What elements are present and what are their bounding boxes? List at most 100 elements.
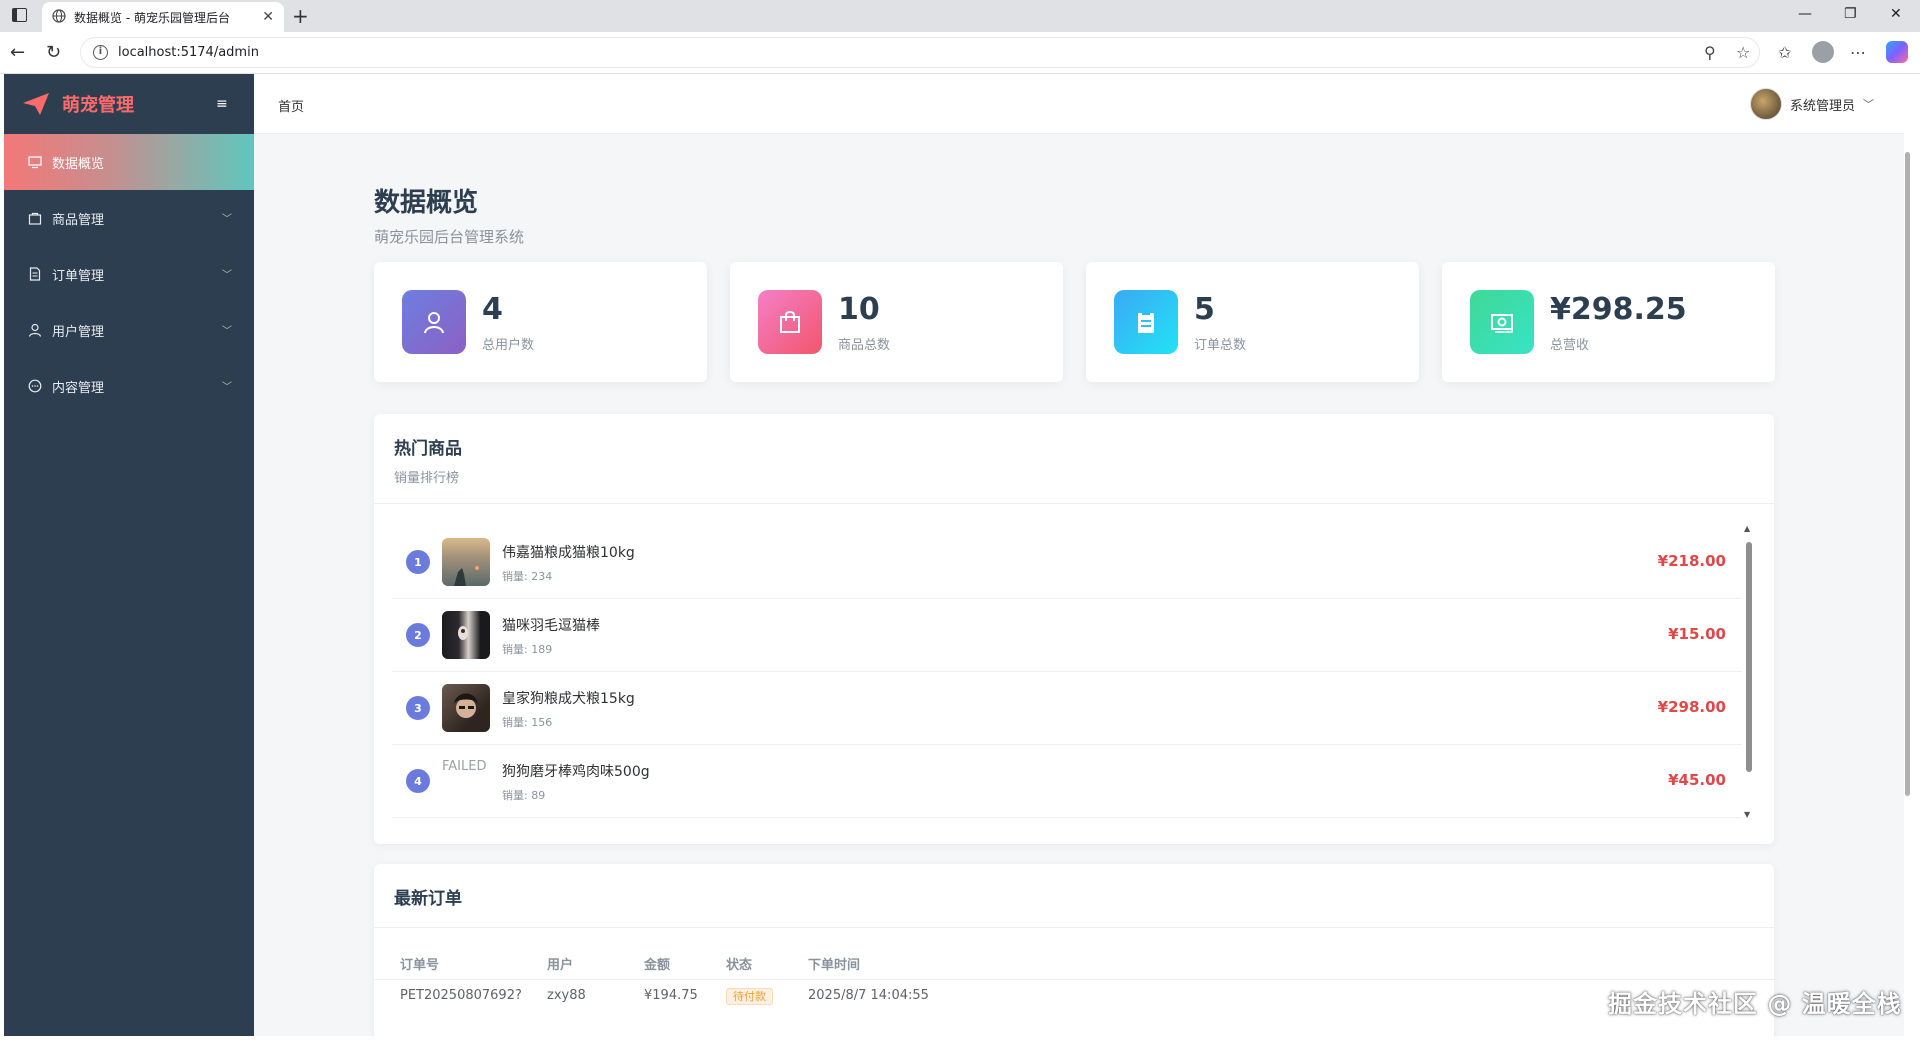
- sidebar-item-label: 商品管理: [52, 212, 105, 228]
- stat-card-products: 10 商品总数: [730, 262, 1063, 382]
- money-icon: [1470, 290, 1534, 354]
- column-header: 状态: [726, 958, 753, 973]
- admin-app: 萌宠管理 ≡ 数据概览 商品管理 ﹀ 订单管理 ﹀ 用户管理 ﹀ 内容管理 ﹀: [4, 74, 1904, 1040]
- favorite-star-icon[interactable]: ☆: [1736, 43, 1750, 62]
- watermark: 掘金技术社区 @ 温暖全栈: [1608, 990, 1902, 1018]
- rank-badge: 2: [406, 623, 430, 647]
- sidebar-item-content[interactable]: 内容管理 ﹀: [4, 358, 254, 414]
- stat-card-revenue: ¥298.25 总营收: [1442, 262, 1775, 382]
- product-price: ¥218.00: [1657, 552, 1726, 570]
- chevron-down-icon: ﹀: [222, 270, 232, 281]
- chevron-down-icon: ﹀: [222, 382, 232, 393]
- list-item[interactable]: 2 猫咪羽毛逗猫棒 销量: 189 ¥15.00: [392, 599, 1742, 672]
- close-tab-icon[interactable]: ✕: [262, 9, 274, 25]
- chart-icon: [28, 155, 42, 169]
- sidebar-item-label: 数据概览: [52, 156, 105, 172]
- product-name: 伟嘉猫粮成猫粮10kg: [502, 545, 635, 561]
- product-name: 皇家狗粮成犬粮15kg: [502, 691, 635, 707]
- sidebar-item-products[interactable]: 商品管理 ﹀: [4, 190, 254, 246]
- latest-orders-card: 最新订单 订单号 用户 金额 状态 下单时间 PET20250807692? z…: [374, 864, 1774, 1040]
- new-tab-icon[interactable]: +: [292, 4, 309, 28]
- sidebar-item-dashboard[interactable]: 数据概览: [4, 134, 254, 190]
- avatar: [1750, 88, 1782, 120]
- status-badge: 待付款: [726, 988, 773, 1005]
- more-icon[interactable]: ⋯: [1850, 43, 1866, 62]
- stat-value: 4: [482, 292, 503, 327]
- tab-actions-icon[interactable]: [12, 8, 27, 22]
- list-item[interactable]: 3 皇家狗粮成犬粮15kg 销量: 156 ¥298.00: [392, 672, 1742, 745]
- restore-icon[interactable]: ❐: [1844, 6, 1857, 22]
- product-price: ¥298.00: [1657, 698, 1726, 716]
- order-time: 2025/8/7 14:04:55: [808, 988, 929, 1003]
- back-icon[interactable]: ←: [10, 42, 25, 63]
- order-amount: ¥194.75: [644, 988, 698, 1003]
- menu-toggle-icon[interactable]: ≡: [216, 96, 228, 112]
- breadcrumb[interactable]: 首页: [278, 96, 304, 115]
- user-name: 系统管理员: [1790, 98, 1856, 114]
- browser-titlebar: 数据概览 - 萌宠乐园管理后台 ✕ + — ❐ ✕: [0, 0, 1920, 32]
- stat-label: 总营收: [1550, 338, 1590, 353]
- chevron-down-icon: ﹀: [1863, 98, 1875, 111]
- stat-card-orders: 5 订单总数: [1086, 262, 1419, 382]
- profile-icon[interactable]: [1812, 41, 1834, 63]
- scroll-up-icon[interactable]: ▲: [1744, 524, 1750, 533]
- table-row[interactable]: PET20250807692? zxy88 ¥194.75 待付款 2025/8…: [374, 980, 1774, 1016]
- globe-icon: [52, 8, 66, 26]
- page-scrollbar-thumb[interactable]: [1905, 152, 1910, 796]
- list-scrollbar-thumb[interactable]: [1746, 542, 1752, 772]
- stat-label: 总用户数: [482, 338, 535, 353]
- hot-products-list: 1 伟嘉猫粮成猫粮10kg 销量: 234 ¥218.00 2 猫咪羽毛逗猫棒 …: [392, 526, 1742, 818]
- sidebar-item-users[interactable]: 用户管理 ﹀: [4, 302, 254, 358]
- list-item[interactable]: 1 伟嘉猫粮成猫粮10kg 销量: 234 ¥218.00: [392, 526, 1742, 599]
- card-title: 热门商品: [394, 439, 462, 459]
- stat-label: 订单总数: [1194, 338, 1247, 353]
- product-sales: 销量: 156: [502, 716, 553, 729]
- bag-icon: [28, 211, 42, 225]
- favorites-icon[interactable]: ✩: [1778, 43, 1791, 62]
- status-text: 待付款: [726, 988, 773, 1005]
- stat-label: 商品总数: [838, 338, 891, 353]
- column-header: 订单号: [400, 958, 440, 973]
- user-menu[interactable]: 系统管理员 ﹀: [1750, 88, 1874, 120]
- top-header: 首页 系统管理员 ﹀: [254, 74, 1904, 134]
- browser-tab[interactable]: 数据概览 - 萌宠乐园管理后台 ✕: [42, 2, 284, 32]
- product-price: ¥15.00: [1668, 625, 1726, 643]
- reload-icon[interactable]: ↻: [46, 42, 61, 63]
- sidebar-item-label: 订单管理: [52, 268, 105, 284]
- column-header: 金额: [644, 958, 671, 973]
- window-close-icon[interactable]: ✕: [1890, 6, 1902, 22]
- brand-name: 萌宠管理: [62, 95, 134, 116]
- column-header: 下单时间: [808, 958, 861, 973]
- page-subtitle: 萌宠乐园后台管理系统: [374, 228, 525, 246]
- product-image: [442, 538, 490, 586]
- site-info-icon[interactable]: i: [93, 45, 108, 60]
- product-name: 狗狗磨牙棒鸡肉味500g: [502, 764, 650, 780]
- card-header: 热门商品 销量排行榜: [374, 414, 1774, 504]
- clipboard-icon: [1114, 290, 1178, 354]
- chat-icon: [28, 379, 42, 393]
- address-bar-row: ← ↻ i localhost:5174/admin ⚲ ☆ ✩ ⋯: [0, 32, 1920, 74]
- main-area: 首页 系统管理员 ﹀ 数据概览 萌宠乐园后台管理系统 4 总用户数 10 商品总…: [254, 74, 1904, 1040]
- product-name: 猫咪羽毛逗猫棒: [502, 618, 600, 634]
- card-title: 最新订单: [394, 889, 462, 909]
- column-header: 用户: [547, 958, 574, 973]
- sidebar-item-label: 内容管理: [52, 380, 105, 396]
- stat-value: 10: [838, 292, 880, 327]
- card-header: 最新订单: [374, 864, 1774, 928]
- document-icon: [28, 267, 42, 281]
- stat-card-users: 4 总用户数: [374, 262, 707, 382]
- chevron-down-icon: ﹀: [222, 326, 232, 337]
- scroll-down-icon[interactable]: ▼: [1744, 810, 1750, 819]
- minimize-icon[interactable]: —: [1798, 6, 1812, 22]
- key-icon[interactable]: ⚲: [1704, 43, 1716, 62]
- rank-badge: 4: [406, 769, 430, 793]
- list-item[interactable]: 4 FAILED 狗狗磨牙棒鸡肉味500g 销量: 89 ¥45.00: [392, 745, 1742, 818]
- sidebar: 萌宠管理 ≡ 数据概览 商品管理 ﹀ 订单管理 ﹀ 用户管理 ﹀ 内容管理 ﹀: [4, 74, 254, 1036]
- product-sales: 销量: 189: [502, 643, 553, 656]
- user-icon: [28, 323, 42, 337]
- stat-value: 5: [1194, 292, 1215, 327]
- sidebar-item-orders[interactable]: 订单管理 ﹀: [4, 246, 254, 302]
- url-field[interactable]: i localhost:5174/admin: [80, 37, 1760, 68]
- copilot-icon[interactable]: [1886, 41, 1908, 63]
- order-user: zxy88: [547, 988, 586, 1003]
